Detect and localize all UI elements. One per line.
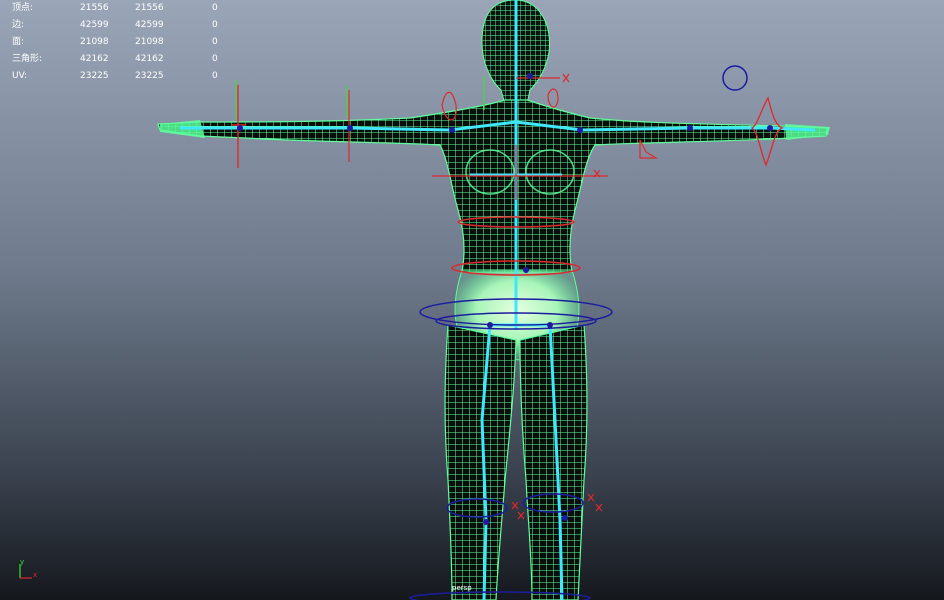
view-axis-gizmo: y x: [14, 558, 44, 582]
axis-x-label: x: [33, 571, 38, 579]
left-leg-mesh[interactable]: [444, 324, 517, 600]
head-look-control[interactable]: [722, 65, 748, 91]
joint-right-hip[interactable]: [547, 322, 553, 328]
wireframe-model[interactable]: [0, 0, 944, 600]
joint-left-hip[interactable]: [487, 322, 493, 328]
joint-neck[interactable]: [527, 73, 533, 79]
joint-left-elbow[interactable]: [347, 125, 353, 131]
joint-left-knee[interactable]: [483, 519, 489, 525]
joint-waist[interactable]: [523, 267, 529, 273]
joint-left-wrist[interactable]: [237, 125, 243, 131]
joint-right-shoulder[interactable]: [577, 127, 583, 133]
joint-left-shoulder[interactable]: [449, 127, 455, 133]
joint-right-elbow[interactable]: [687, 125, 693, 131]
3d-viewport[interactable]: 顶点: 21556 21556 0 边: 42599 42599 0 面: 21…: [0, 0, 944, 600]
x-marker-left-knee: [511, 501, 519, 510]
joint-right-knee[interactable]: [562, 515, 568, 521]
joint-right-wrist[interactable]: [767, 125, 773, 131]
right-shoulder-control[interactable]: [547, 88, 559, 108]
x-marker-left-knee-2: [517, 511, 525, 520]
axis-gizmo-lines: [19, 564, 32, 579]
axis-y-label: y: [20, 558, 25, 566]
camera-name-label: persp: [452, 584, 472, 592]
x-marker-right-knee-2: [595, 503, 603, 512]
x-marker-neck: [562, 73, 570, 83]
x-marker-right-knee: [587, 493, 595, 502]
